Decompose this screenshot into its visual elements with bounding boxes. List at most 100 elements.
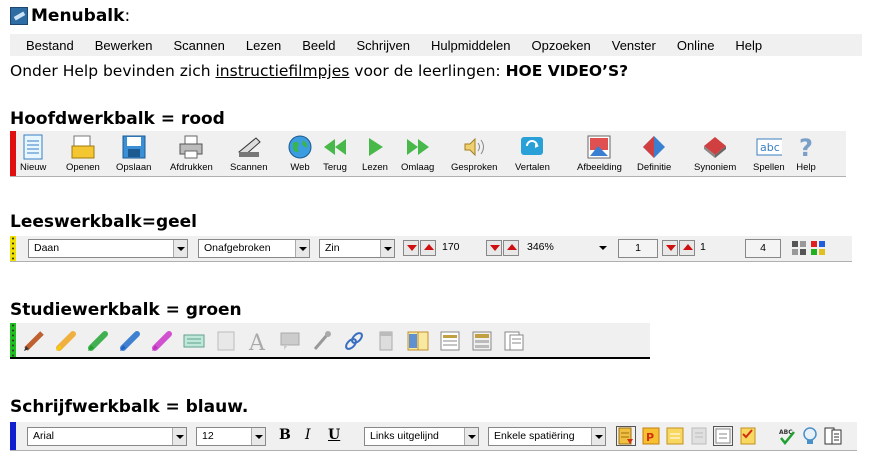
- definitie-button[interactable]: Definitie: [637, 134, 671, 173]
- highlight-write-icon[interactable]: [665, 426, 685, 446]
- green-highlighter-icon[interactable]: [86, 329, 110, 353]
- new-document-icon: [20, 134, 46, 160]
- zoom-down-button[interactable]: [486, 240, 502, 256]
- menu-beeld[interactable]: Beeld: [292, 38, 346, 53]
- idea-icon[interactable]: [800, 426, 820, 446]
- underline-button[interactable]: U: [328, 427, 340, 443]
- menu-hulpmiddelen[interactable]: Hulpmiddelen: [420, 38, 521, 53]
- opslaan-button[interactable]: Opslaan: [116, 134, 151, 173]
- speed-up-button[interactable]: [420, 240, 436, 256]
- afbeelding-button[interactable]: Afbeelding: [577, 134, 622, 173]
- menu-bestand[interactable]: Bestand: [10, 38, 84, 53]
- blue-highlighter-icon[interactable]: [118, 329, 142, 353]
- help-button[interactable]: ? Help: [793, 134, 819, 173]
- help-question-icon: ?: [793, 134, 819, 160]
- font-size-value: 12: [202, 430, 214, 442]
- yellow-highlighter-icon[interactable]: [54, 329, 78, 353]
- menu-lezen[interactable]: Lezen: [235, 38, 291, 53]
- chevron-down-icon: [251, 428, 265, 445]
- image-icon: [586, 134, 612, 160]
- note-icon[interactable]: [214, 329, 238, 353]
- info-before: Onder Help bevinden zich: [10, 62, 216, 80]
- chevron-down-icon: [295, 240, 309, 257]
- page-current-value: 1: [700, 241, 706, 253]
- gray-page-icon[interactable]: [689, 426, 709, 446]
- menu-bewerken[interactable]: Bewerken: [84, 38, 163, 53]
- app-logo-icon: [10, 7, 28, 25]
- menu-scannen[interactable]: Scannen: [163, 38, 235, 53]
- svg-text:A: A: [248, 331, 266, 353]
- menu-online[interactable]: Online: [666, 38, 725, 53]
- voice-value: Daan: [34, 242, 60, 254]
- synoniem-label: Synoniem: [694, 162, 737, 173]
- spellcheck-icon[interactable]: ABC: [777, 426, 797, 446]
- reading-mode-select[interactable]: Onafgebroken: [198, 239, 310, 258]
- play-icon: [362, 134, 388, 160]
- alignment-select[interactable]: Links uitgelijnd: [364, 427, 479, 446]
- terug-button[interactable]: Terug: [322, 134, 348, 173]
- synoniem-button[interactable]: Synoniem: [694, 134, 736, 173]
- save-icon: [121, 134, 147, 160]
- spellen-button[interactable]: abc Spellen: [753, 134, 785, 173]
- web-button[interactable]: Web: [287, 134, 313, 173]
- columns-icon[interactable]: [823, 426, 843, 446]
- menu-bar: Bestand Bewerken Scannen Lezen Beeld Sch…: [10, 34, 862, 56]
- extract-icon[interactable]: [470, 329, 494, 353]
- collect-highlights-icon[interactable]: [182, 329, 206, 353]
- omlaag-button[interactable]: Omlaag: [401, 134, 434, 173]
- openen-label: Openen: [66, 162, 100, 173]
- chevron-down-icon: [173, 240, 187, 257]
- link-icon[interactable]: [342, 329, 366, 353]
- afdrukken-button[interactable]: Afdrukken: [170, 134, 213, 173]
- checklist-icon[interactable]: [738, 426, 758, 446]
- scannen-button[interactable]: Scannen: [230, 134, 268, 173]
- pink-highlighter-icon[interactable]: [150, 329, 174, 353]
- comment-icon[interactable]: [278, 329, 302, 353]
- menu-schrijven[interactable]: Schrijven: [346, 38, 420, 53]
- instructiefilmpjes-link[interactable]: instructiefilmpjes: [215, 62, 349, 80]
- hoofdwerkbalk-title: Hoofdwerkbalk = rood: [10, 109, 225, 129]
- speed-value: 170: [442, 241, 460, 253]
- speed-down-button[interactable]: [403, 240, 419, 256]
- page-last-button[interactable]: 4: [745, 239, 781, 258]
- voice-note-icon[interactable]: [310, 329, 334, 353]
- menu-venster[interactable]: Venster: [601, 38, 666, 53]
- outline-icon[interactable]: [438, 329, 462, 353]
- spacing-select[interactable]: Enkele spatiëring: [488, 427, 606, 446]
- openen-button[interactable]: Openen: [66, 134, 100, 173]
- eraser-icon[interactable]: [374, 329, 398, 353]
- page-first-button[interactable]: 1: [618, 239, 658, 258]
- page-down-button[interactable]: [662, 240, 678, 256]
- text-note-icon[interactable]: A: [246, 329, 270, 353]
- font-select[interactable]: Arial: [27, 427, 187, 446]
- vertalen-button[interactable]: Vertalen: [515, 134, 550, 173]
- voice-select[interactable]: Daan: [28, 239, 188, 258]
- page-up-button[interactable]: [679, 240, 695, 256]
- zoom-value: 346%: [527, 241, 554, 253]
- bold-button[interactable]: B: [279, 427, 291, 443]
- help-label: Help: [796, 162, 816, 173]
- zoom-up-button[interactable]: [503, 240, 519, 256]
- pencil-highlighter-icon[interactable]: [22, 329, 46, 353]
- columns-icon[interactable]: [502, 329, 526, 353]
- echo-icon[interactable]: [616, 426, 636, 446]
- chevron-down-icon: [596, 239, 610, 256]
- vertalen-label: Vertalen: [515, 162, 550, 173]
- zoom-select[interactable]: 346%: [522, 239, 610, 258]
- lezen-button[interactable]: Lezen: [362, 134, 388, 173]
- reading-unit-select[interactable]: Zin: [319, 239, 395, 258]
- info-after: voor de leerlingen:: [349, 62, 506, 80]
- word-prediction-icon[interactable]: P: [641, 426, 661, 446]
- frame-icon[interactable]: [713, 426, 733, 446]
- nieuw-button[interactable]: Nieuw: [20, 134, 46, 173]
- synonym-book-icon: [702, 134, 728, 160]
- menu-opzoeken[interactable]: Opzoeken: [521, 38, 601, 53]
- menu-help[interactable]: Help: [725, 38, 773, 53]
- vocabulary-icon[interactable]: [406, 329, 430, 353]
- color-grid-icon[interactable]: [810, 239, 826, 257]
- italic-button[interactable]: I: [305, 427, 311, 443]
- grid-view-icon[interactable]: [791, 239, 807, 257]
- chevron-down-icon: [380, 240, 394, 257]
- font-size-select[interactable]: 12: [196, 427, 266, 446]
- gesproken-button[interactable]: Gesproken: [451, 134, 497, 173]
